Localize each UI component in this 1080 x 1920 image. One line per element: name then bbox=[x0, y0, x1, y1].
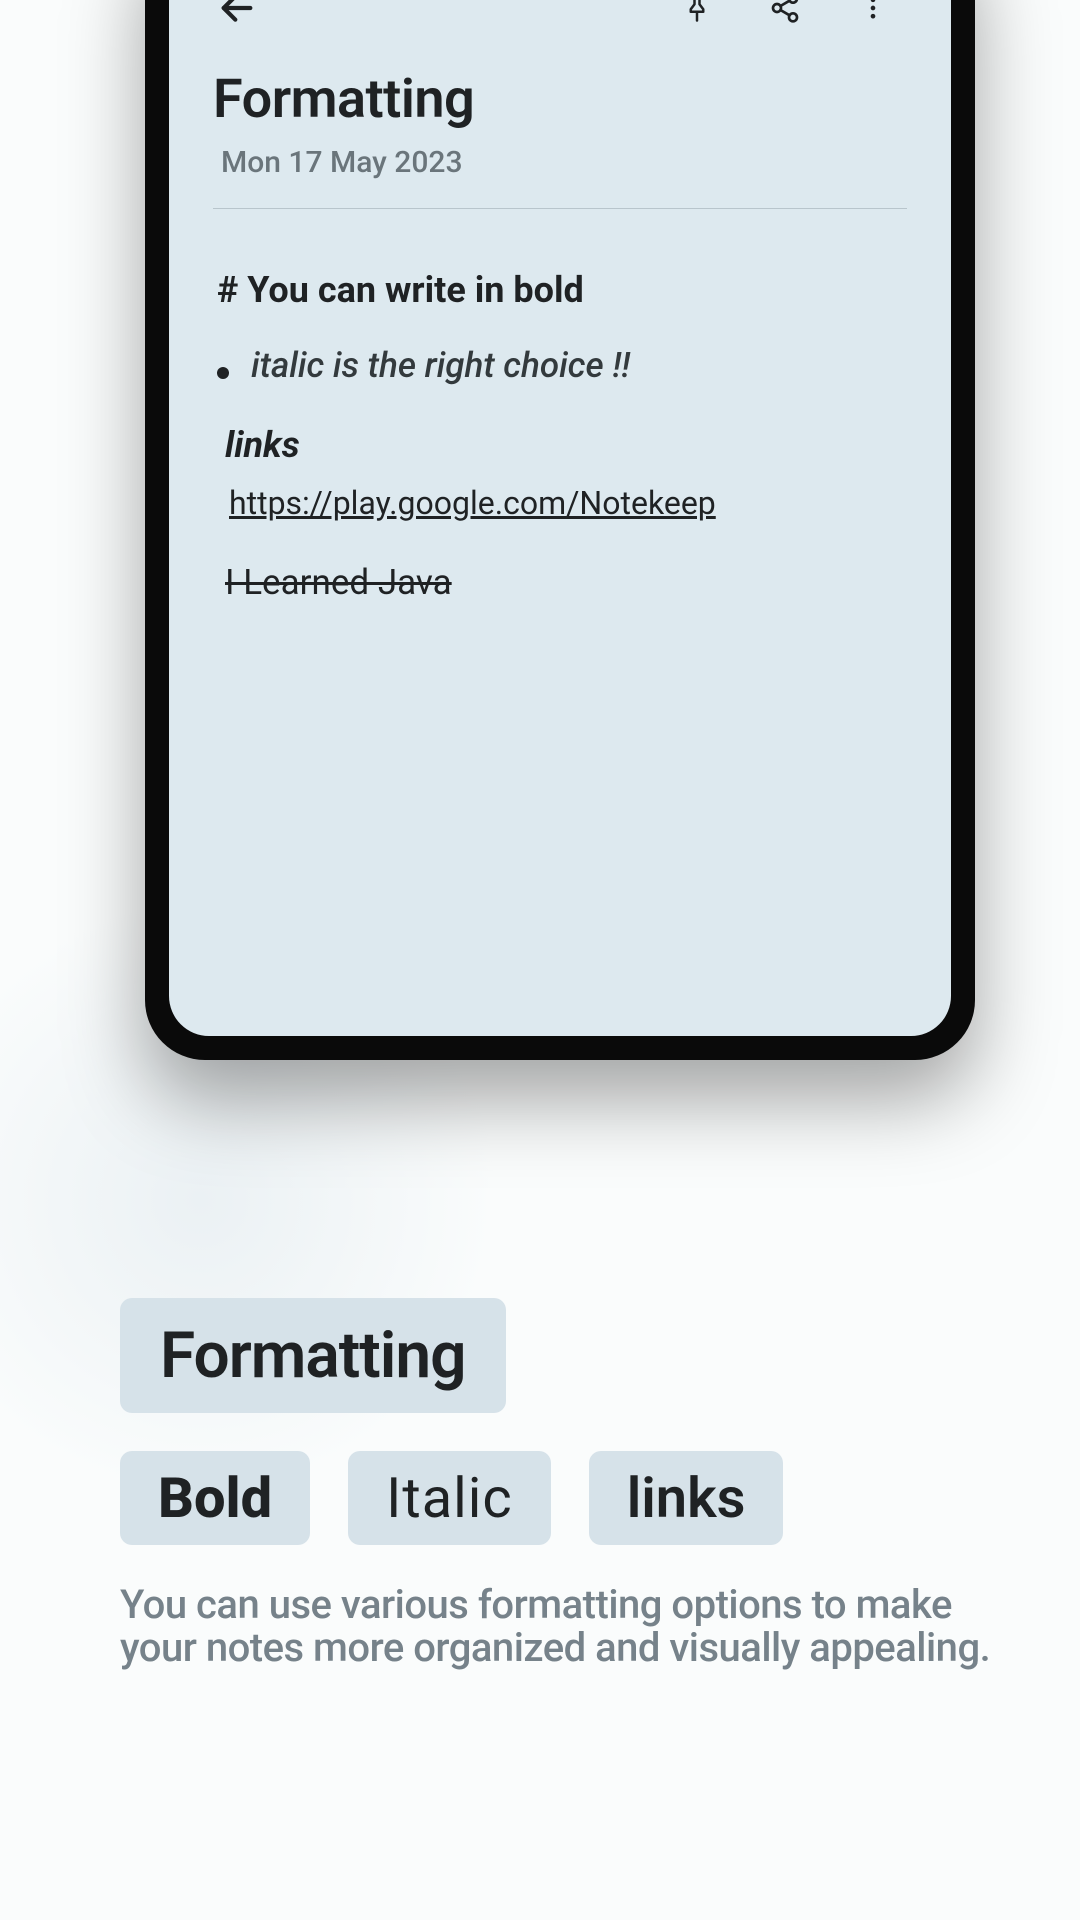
more-button[interactable] bbox=[849, 0, 897, 32]
chip-bold: Bold bbox=[120, 1451, 310, 1545]
chip-formatting: Formatting bbox=[120, 1298, 506, 1413]
share-button[interactable] bbox=[761, 0, 809, 32]
note-date: Mon 17 May 2023 bbox=[213, 145, 907, 180]
chip-links: links bbox=[589, 1451, 784, 1545]
promo-description: You can use various formatting options t… bbox=[120, 1583, 1000, 1669]
back-button[interactable] bbox=[213, 0, 261, 32]
share-icon bbox=[769, 0, 801, 24]
more-vertical-icon bbox=[859, 0, 887, 22]
divider bbox=[213, 208, 907, 209]
promo-section: Formatting Bold Italic links You can use… bbox=[120, 1298, 1000, 1669]
chip-label: Bold bbox=[158, 1465, 272, 1531]
chip-label: Formatting bbox=[160, 1318, 466, 1393]
arrow-left-icon bbox=[217, 0, 257, 28]
chip-label: Italic bbox=[386, 1465, 513, 1531]
chip-label: links bbox=[627, 1465, 746, 1531]
toolbar bbox=[213, 0, 907, 38]
note-line-bullet: italic is the right choice !! bbox=[217, 345, 907, 386]
chip-italic: Italic bbox=[348, 1451, 551, 1545]
note-body[interactable]: # You can write in bold italic is the ri… bbox=[213, 269, 907, 603]
note-links-label: links bbox=[225, 424, 907, 466]
pin-button[interactable] bbox=[673, 0, 721, 32]
note-title[interactable]: Formatting bbox=[213, 68, 907, 131]
phone-frame: Formatting Mon 17 May 2023 # You can wri… bbox=[145, 0, 975, 1060]
pin-icon bbox=[682, 0, 712, 23]
note-line-bold: # You can write in bold bbox=[217, 269, 907, 311]
phone-screen: Formatting Mon 17 May 2023 # You can wri… bbox=[169, 0, 951, 1036]
note-link[interactable]: https://play.google.com/Notekeep bbox=[229, 484, 716, 522]
note-line-italic: italic is the right choice !! bbox=[251, 345, 630, 386]
note-line-strike: I Learned Java bbox=[225, 562, 907, 603]
bullet-icon bbox=[217, 367, 229, 379]
